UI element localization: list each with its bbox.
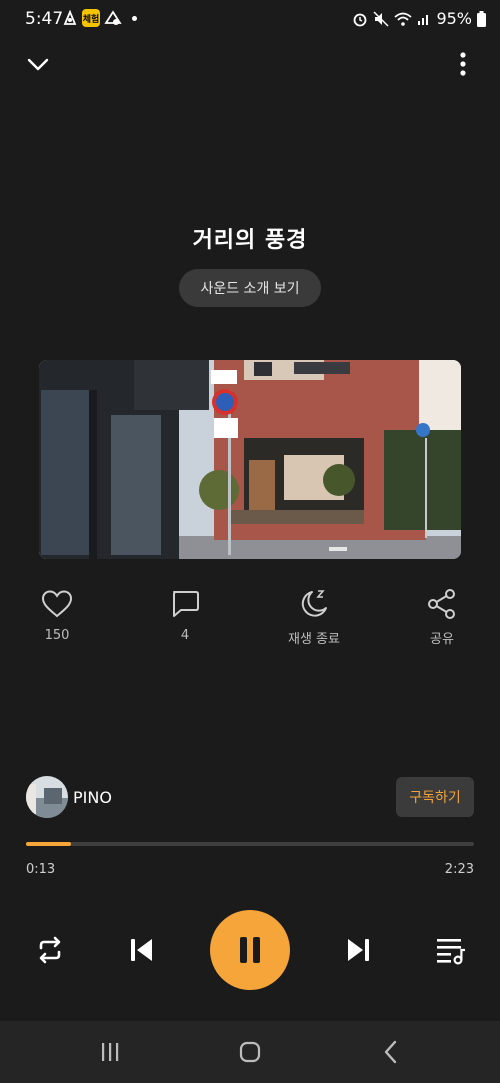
moon-sleep-icon [301,590,327,617]
current-time: 0:13 [26,862,56,877]
sleep-timer-button[interactable]: 재생 종료 [269,586,359,647]
sleep-timer-label: 재생 종료 [288,632,340,647]
dot-icon [132,15,137,21]
seek-bar[interactable] [26,842,474,846]
skip-next-icon [348,939,369,961]
collapse-button[interactable] [24,52,52,76]
channel-name[interactable]: PINO [73,788,112,807]
seek-bar-progress [26,842,71,846]
sound-intro-button[interactable]: 사운드 소개 보기 [179,269,321,307]
home-button[interactable] [235,1037,265,1067]
track-title: 거리의 풍경 [192,228,308,253]
notification-icons: 체험 [62,9,137,27]
system-icons: 95% [352,9,486,28]
recents-icon [102,1043,119,1061]
status-bar: 5:47 체험 95% [0,0,500,38]
playlist-button[interactable] [430,930,470,970]
back-button[interactable] [376,1037,406,1067]
skip-previous-icon [131,939,152,961]
battery-percent: 95% [436,9,472,28]
battery-icon [477,10,486,27]
alarm-icon [354,13,367,26]
repeat-icon [39,936,61,964]
pause-button[interactable] [210,910,290,990]
more-vert-icon [460,52,466,76]
like-count: 150 [44,628,70,643]
comment-button[interactable]: 4 [140,586,230,643]
heart-icon [41,590,73,618]
status-time: 5:47 [25,9,64,29]
pause-icon [240,937,260,963]
comment-icon [173,591,199,617]
share-label: 공유 [430,632,454,647]
system-nav-bar [0,1021,500,1083]
total-time: 2:23 [444,862,474,877]
more-options-button[interactable] [451,50,475,78]
wifi-icon [394,12,413,26]
next-button[interactable] [339,930,379,970]
recent-apps-button[interactable] [95,1037,125,1067]
signal-icon [418,14,429,25]
subscribe-button[interactable]: 구독하기 [396,777,474,817]
mute-icon [373,10,389,27]
playlist-icon [437,939,465,965]
like-button[interactable]: 150 [12,586,102,643]
comment-count: 4 [180,628,190,643]
share-icon [428,589,455,619]
cloud-notification-icon [104,10,122,25]
home-icon [239,1041,261,1063]
channel-avatar[interactable] [26,776,68,818]
back-icon [384,1040,397,1064]
app-badge-icon: 체험 [82,9,100,27]
repeat-button[interactable] [30,930,70,970]
previous-button[interactable] [121,930,161,970]
chevron-down-icon [27,58,49,71]
app-notification-icon [63,9,77,25]
track-artwork [39,360,461,559]
share-button[interactable]: 공유 [397,586,487,647]
